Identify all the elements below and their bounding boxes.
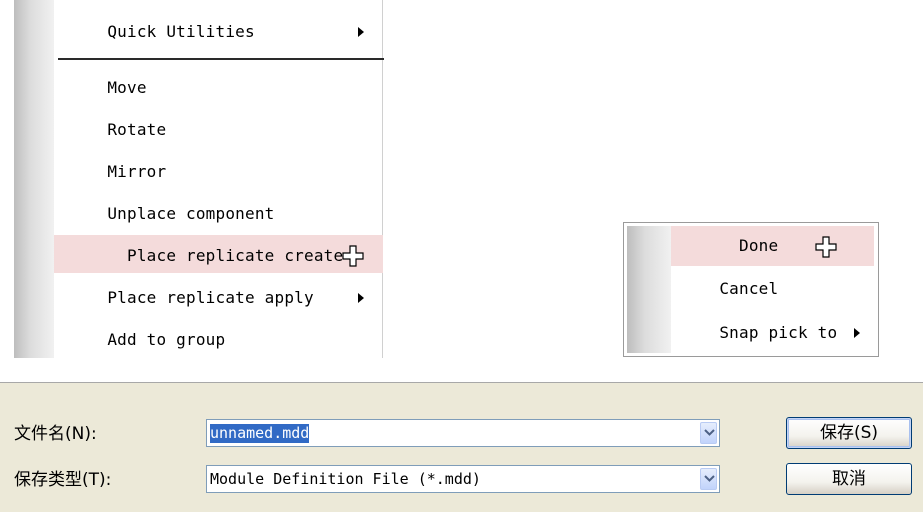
menu-gutter [14, 0, 54, 358]
filetype-dropdown-button[interactable] [700, 468, 717, 490]
menu-item-text: Place replicate create [68, 246, 358, 266]
menu-item-move[interactable]: Move [68, 78, 368, 98]
menu-item-rotate[interactable]: Rotate [68, 120, 368, 140]
menu-item-cancel[interactable]: Cancel [680, 279, 870, 299]
menu-item-label: Rotate [107, 120, 167, 139]
context-menu-primary: Quick Utilities Move Rotate Mirror Unpla… [14, 0, 384, 358]
menu-item-quick-utilities[interactable]: Quick Utilities [68, 22, 378, 42]
filename-input[interactable]: unnamed.mdd [210, 424, 310, 443]
crosshair-cursor-icon [815, 236, 837, 258]
menu-item-label: Move [107, 78, 147, 97]
chevron-down-icon [704, 429, 715, 436]
filetype-label: 保存类型(T): [14, 470, 112, 490]
chevron-down-icon [704, 475, 715, 482]
menu-item-label: Cancel [719, 279, 779, 298]
menu-item-add-to-group[interactable]: Add to group [68, 330, 368, 350]
menu-gutter [627, 226, 671, 353]
menu-item-label: Place replicate apply [107, 288, 314, 307]
filetype-value: Module Definition File (*.mdd) [210, 470, 481, 488]
menu-item-label: Quick Utilities [107, 22, 255, 41]
menu-item-label: Snap pick to [719, 323, 838, 342]
submenu-arrow-icon [358, 27, 364, 37]
menu-item-label: Done [739, 236, 779, 255]
save-dialog-panel: 文件名(N): unnamed.mdd 保存类型(T): Module Defi… [0, 382, 923, 512]
menu-item-label: Mirror [107, 162, 167, 181]
menu-item-mirror[interactable]: Mirror [68, 162, 368, 182]
submenu-arrow-icon [358, 293, 364, 303]
crosshair-cursor-icon [342, 245, 364, 267]
menu-item-done[interactable]: Done [671, 226, 874, 266]
menu-item-label: Place replicate create [127, 246, 344, 265]
filename-label: 文件名(N): [14, 424, 97, 444]
filename-dropdown-button[interactable] [700, 422, 717, 444]
menu-item-place-replicate-apply[interactable]: Place replicate apply [68, 288, 378, 308]
menu-item-unplace-component[interactable]: Unplace component [68, 204, 368, 224]
submenu-arrow-icon [854, 328, 860, 338]
menu-separator [58, 58, 384, 60]
filename-combobox[interactable]: unnamed.mdd [206, 419, 720, 447]
cancel-button[interactable]: 取消 [786, 463, 912, 495]
menu-item-place-replicate-create[interactable]: Place replicate create [54, 235, 383, 273]
menu-item-snap-pick-to[interactable]: Snap pick to [680, 323, 870, 343]
menu-item-label: Unplace component [107, 204, 275, 223]
filetype-combobox[interactable]: Module Definition File (*.mdd) [206, 465, 720, 493]
context-menu-secondary: Done Cancel Snap pick to [623, 222, 879, 357]
menu-item-label: Add to group [107, 330, 226, 349]
save-button[interactable]: 保存(S) [786, 417, 912, 449]
